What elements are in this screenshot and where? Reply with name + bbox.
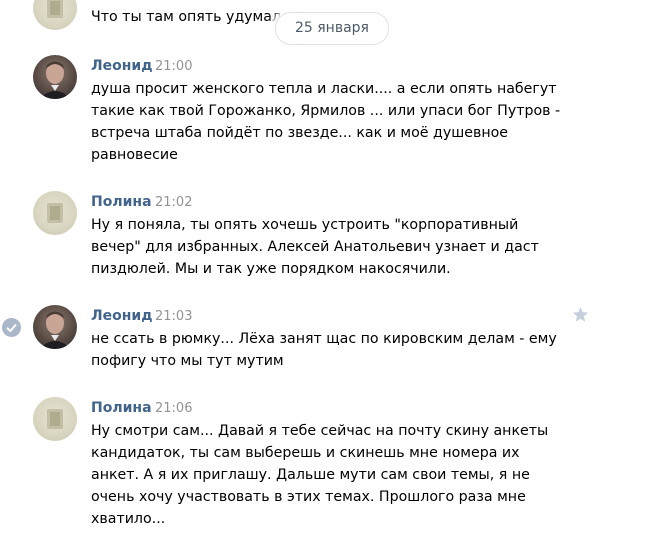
author-name[interactable]: Полина xyxy=(91,400,152,416)
message-text: Ну я поняла, ты опять хочешь устроить "к… xyxy=(91,217,539,277)
date-divider: 25 января xyxy=(275,12,389,45)
avatar-leonid[interactable] xyxy=(33,55,77,99)
message-text: не ссать в рюмку... Лёха занят щас по ки… xyxy=(91,331,557,369)
message-time[interactable]: 21:06 xyxy=(155,401,192,416)
message-time[interactable]: 21:03 xyxy=(155,309,192,324)
message-selected[interactable]: Леонид 21:03 не ссать в рюмку... Лёха за… xyxy=(0,305,663,385)
author-name[interactable]: Леонид xyxy=(91,58,153,74)
avatar-polina[interactable] xyxy=(33,0,77,30)
message-text: Ну смотри сам... Давай я тебе сейчас на … xyxy=(91,423,549,527)
message[interactable]: Леонид 21:00 душа просит женского тепла … xyxy=(0,55,663,175)
avatar-polina[interactable] xyxy=(33,191,77,235)
avatar-leonid[interactable] xyxy=(33,305,77,349)
message[interactable]: Полина 21:06 Ну смотри сам... Давай я те… xyxy=(0,397,663,533)
chat-history: Что ты там опять удумал 25 января Леонид… xyxy=(0,0,663,533)
message-time[interactable]: 21:02 xyxy=(155,195,192,210)
author-name[interactable]: Полина xyxy=(91,194,152,210)
avatar-polina[interactable] xyxy=(33,397,77,441)
check-circle-icon[interactable] xyxy=(2,318,21,337)
message[interactable]: Полина 21:02 Ну я поняла, ты опять хочеш… xyxy=(0,191,663,291)
author-name[interactable]: Леонид xyxy=(91,308,153,324)
star-icon[interactable] xyxy=(572,306,589,323)
message-text: душа просит женского тепла и ласки.... а… xyxy=(91,81,561,163)
message-time[interactable]: 21:00 xyxy=(155,59,192,74)
